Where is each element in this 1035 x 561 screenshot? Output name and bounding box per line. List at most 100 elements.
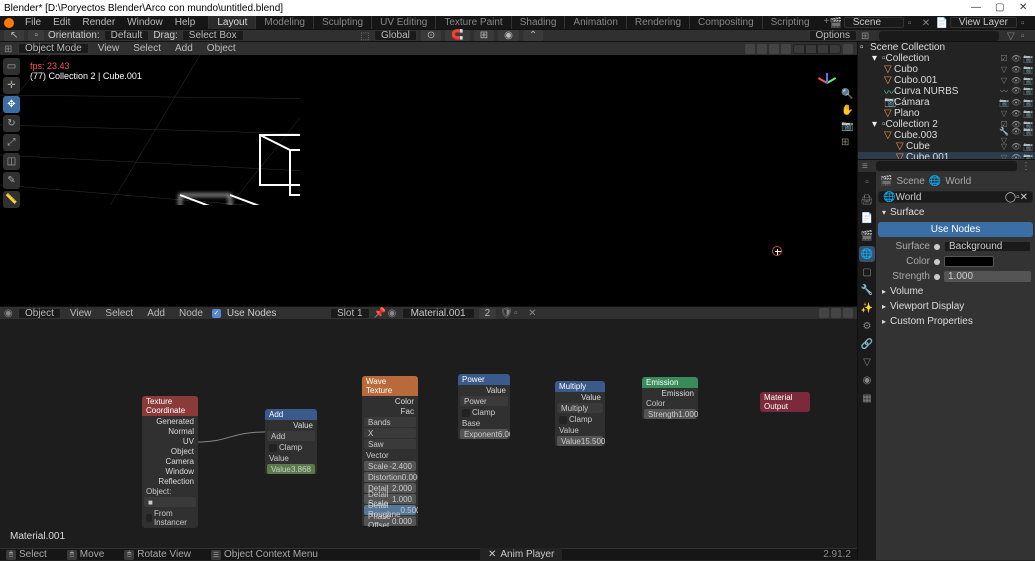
gizmo-toggle-icon[interactable] bbox=[757, 44, 767, 54]
physics-tab-icon[interactable]: ⚙ bbox=[859, 318, 875, 334]
tab-sculpting[interactable]: Sculpting bbox=[313, 16, 371, 29]
breadcrumb-world-icon[interactable]: 🌐 bbox=[929, 176, 941, 187]
new-layer-icon[interactable]: ▫ bbox=[1021, 18, 1031, 28]
unlink-material-icon[interactable]: ✕ bbox=[528, 308, 538, 318]
shading-options-icon[interactable] bbox=[843, 44, 853, 54]
vp-menu-object[interactable]: Object bbox=[202, 43, 241, 54]
custom-panel-header[interactable]: Custom Properties bbox=[878, 314, 1033, 329]
shading-rendered-icon[interactable] bbox=[829, 44, 841, 54]
menu-window[interactable]: Window bbox=[122, 17, 168, 28]
node-editor-type-icon[interactable]: ◉ bbox=[4, 308, 14, 318]
overlays-icon[interactable] bbox=[769, 44, 779, 54]
tab-compositing[interactable]: Compositing bbox=[689, 16, 762, 29]
node-math-multiply[interactable]: Multiply Value Multiply Clamp Value Valu… bbox=[555, 381, 605, 447]
scene-tab-icon[interactable]: 🎬 bbox=[859, 228, 875, 244]
menu-help[interactable]: Help bbox=[170, 17, 201, 28]
object-picker[interactable]: ■ bbox=[144, 497, 196, 507]
transform-global-dropdown[interactable]: Global bbox=[374, 30, 417, 41]
delete-scene-icon[interactable]: ✕ bbox=[922, 18, 932, 28]
perspective-icon[interactable]: ⊞ bbox=[841, 137, 853, 149]
material-users[interactable]: 2 bbox=[479, 308, 497, 319]
tab-scripting[interactable]: Scripting bbox=[762, 16, 818, 29]
node-wave-texture[interactable]: Wave Texture Color Fac Bands X Saw Vecto… bbox=[362, 376, 418, 527]
node-editor[interactable]: Texture Coordinate Generated Normal UV O… bbox=[0, 319, 857, 548]
maximize-button[interactable]: ▢ bbox=[995, 2, 1007, 14]
surface-shader-dropdown[interactable]: Background bbox=[944, 241, 1031, 252]
world-datablock[interactable]: 🌐World ◯▫✕ bbox=[878, 191, 1033, 203]
tab-texture[interactable]: Texture Paint bbox=[435, 16, 510, 29]
annotate-tool[interactable]: ✎ bbox=[3, 172, 20, 189]
orientation-dropdown[interactable]: Default bbox=[104, 30, 150, 41]
pivot-icon[interactable]: ⊙ bbox=[421, 30, 441, 41]
material-tab-icon[interactable]: ◉ bbox=[859, 372, 875, 388]
tab-layout[interactable]: Layout bbox=[208, 16, 255, 29]
vp-menu-add[interactable]: Add bbox=[170, 43, 198, 54]
use-nodes-checkbox[interactable]: ✓ bbox=[212, 309, 221, 318]
transform-tool[interactable]: ◫ bbox=[3, 153, 20, 170]
tab-animation[interactable]: Animation bbox=[564, 16, 625, 29]
viewlayer-tab-icon[interactable]: 📄 bbox=[859, 210, 875, 226]
select-tool-btn[interactable]: ▫ bbox=[28, 30, 44, 41]
snap-icon[interactable]: 🧲 bbox=[445, 30, 469, 41]
render-tab-icon[interactable]: ▫ bbox=[859, 174, 875, 190]
options-dropdown[interactable]: Options bbox=[809, 30, 857, 41]
viewport-panel-header[interactable]: Viewport Display bbox=[878, 299, 1033, 314]
view-obj-types-icon[interactable] bbox=[745, 44, 755, 54]
vp-menu-select[interactable]: Select bbox=[128, 43, 166, 54]
mode-dropdown[interactable]: Object Mode bbox=[18, 43, 89, 54]
material-name-field[interactable]: Material.001 bbox=[402, 308, 475, 319]
3d-viewport[interactable]: ▭ ✛ ✥ ↻ ⤢ ◫ ✎ 📏 fps: 23.43 (77) Collecti… bbox=[0, 55, 857, 306]
editor-type-icon[interactable]: ⊞ bbox=[4, 44, 14, 54]
slot-dropdown[interactable]: Slot 1 bbox=[330, 308, 370, 319]
close-button[interactable]: ✕ bbox=[1019, 2, 1031, 14]
node-snap-icon[interactable] bbox=[831, 308, 841, 318]
outliner-search[interactable] bbox=[879, 31, 999, 41]
breadcrumb-scene-icon[interactable]: 🎬 bbox=[880, 176, 892, 187]
node-math-add[interactable]: Add Value Add Clamp Value Value3.868 bbox=[265, 409, 317, 475]
scene-field[interactable]: Scene bbox=[844, 17, 904, 28]
props-search[interactable] bbox=[876, 161, 1017, 171]
outliner[interactable]: ▫Scene Collection ▾▫Collection☑👁📷 ▽Cubo▽… bbox=[858, 42, 1035, 159]
drag-dropdown[interactable]: Select Box bbox=[182, 30, 244, 41]
anim-player-button[interactable]: ✕Anim Player bbox=[480, 548, 562, 561]
pan-icon[interactable]: ✋ bbox=[841, 105, 853, 117]
node-menu-add[interactable]: Add bbox=[142, 308, 170, 319]
node-pin-icon[interactable] bbox=[843, 308, 853, 318]
node-menu-select[interactable]: Select bbox=[100, 308, 138, 319]
outliner-new-icon[interactable]: ▫ bbox=[1021, 31, 1031, 41]
props-editor-icon[interactable]: ≡ bbox=[862, 161, 872, 171]
new-material-icon[interactable]: ▫ bbox=[514, 308, 524, 318]
shading-matprev-icon[interactable] bbox=[817, 44, 829, 54]
node-menu-node[interactable]: Node bbox=[174, 308, 208, 319]
zoom-icon[interactable]: 🔍 bbox=[841, 89, 853, 101]
vp-menu-view[interactable]: View bbox=[93, 43, 125, 54]
minimize-button[interactable]: — bbox=[971, 2, 983, 14]
particle-tab-icon[interactable]: ✨ bbox=[859, 300, 875, 316]
pin-icon[interactable]: 📌 bbox=[374, 308, 384, 318]
transform-orientation-icon[interactable]: ⬚ bbox=[360, 31, 370, 41]
snap-type-icon[interactable]: ⊞ bbox=[474, 30, 494, 41]
viewlayer-field[interactable]: View Layer bbox=[950, 17, 1017, 28]
checkbox-icon[interactable]: ☑ bbox=[999, 54, 1009, 63]
volume-panel-header[interactable]: Volume bbox=[878, 284, 1033, 299]
use-nodes-button[interactable]: Use Nodes bbox=[878, 222, 1033, 237]
shading-wireframe-icon[interactable] bbox=[793, 44, 805, 54]
render-icon[interactable]: 📷 bbox=[1023, 54, 1033, 63]
node-texture-coordinate[interactable]: Texture Coordinate Generated Normal UV O… bbox=[142, 396, 198, 528]
rotate-tool[interactable]: ↻ bbox=[3, 115, 20, 132]
node-overlay-icon[interactable] bbox=[819, 308, 829, 318]
node-math-power[interactable]: Power Value Power Clamp Base Exponent6.0… bbox=[458, 374, 510, 440]
world-color-swatch[interactable] bbox=[944, 256, 994, 267]
outliner-display-icon[interactable]: ⊞ bbox=[861, 31, 871, 41]
tab-modeling[interactable]: Modeling bbox=[255, 16, 313, 29]
surface-panel-header[interactable]: Surface bbox=[878, 205, 1033, 220]
measure-tool[interactable]: 📏 bbox=[3, 191, 20, 208]
outliner-filter-icon[interactable]: ▽ bbox=[1007, 31, 1017, 41]
tab-shading[interactable]: Shading bbox=[511, 16, 565, 29]
node-material-output[interactable]: Material Output bbox=[760, 392, 810, 412]
output-tab-icon[interactable]: 🖨 bbox=[859, 192, 875, 208]
data-tab-icon[interactable]: ▽ bbox=[859, 354, 875, 370]
object-tab-icon[interactable]: ▢ bbox=[859, 264, 875, 280]
menu-file[interactable]: File bbox=[20, 17, 46, 28]
proportional-type-icon[interactable]: ⌃ bbox=[523, 30, 543, 41]
